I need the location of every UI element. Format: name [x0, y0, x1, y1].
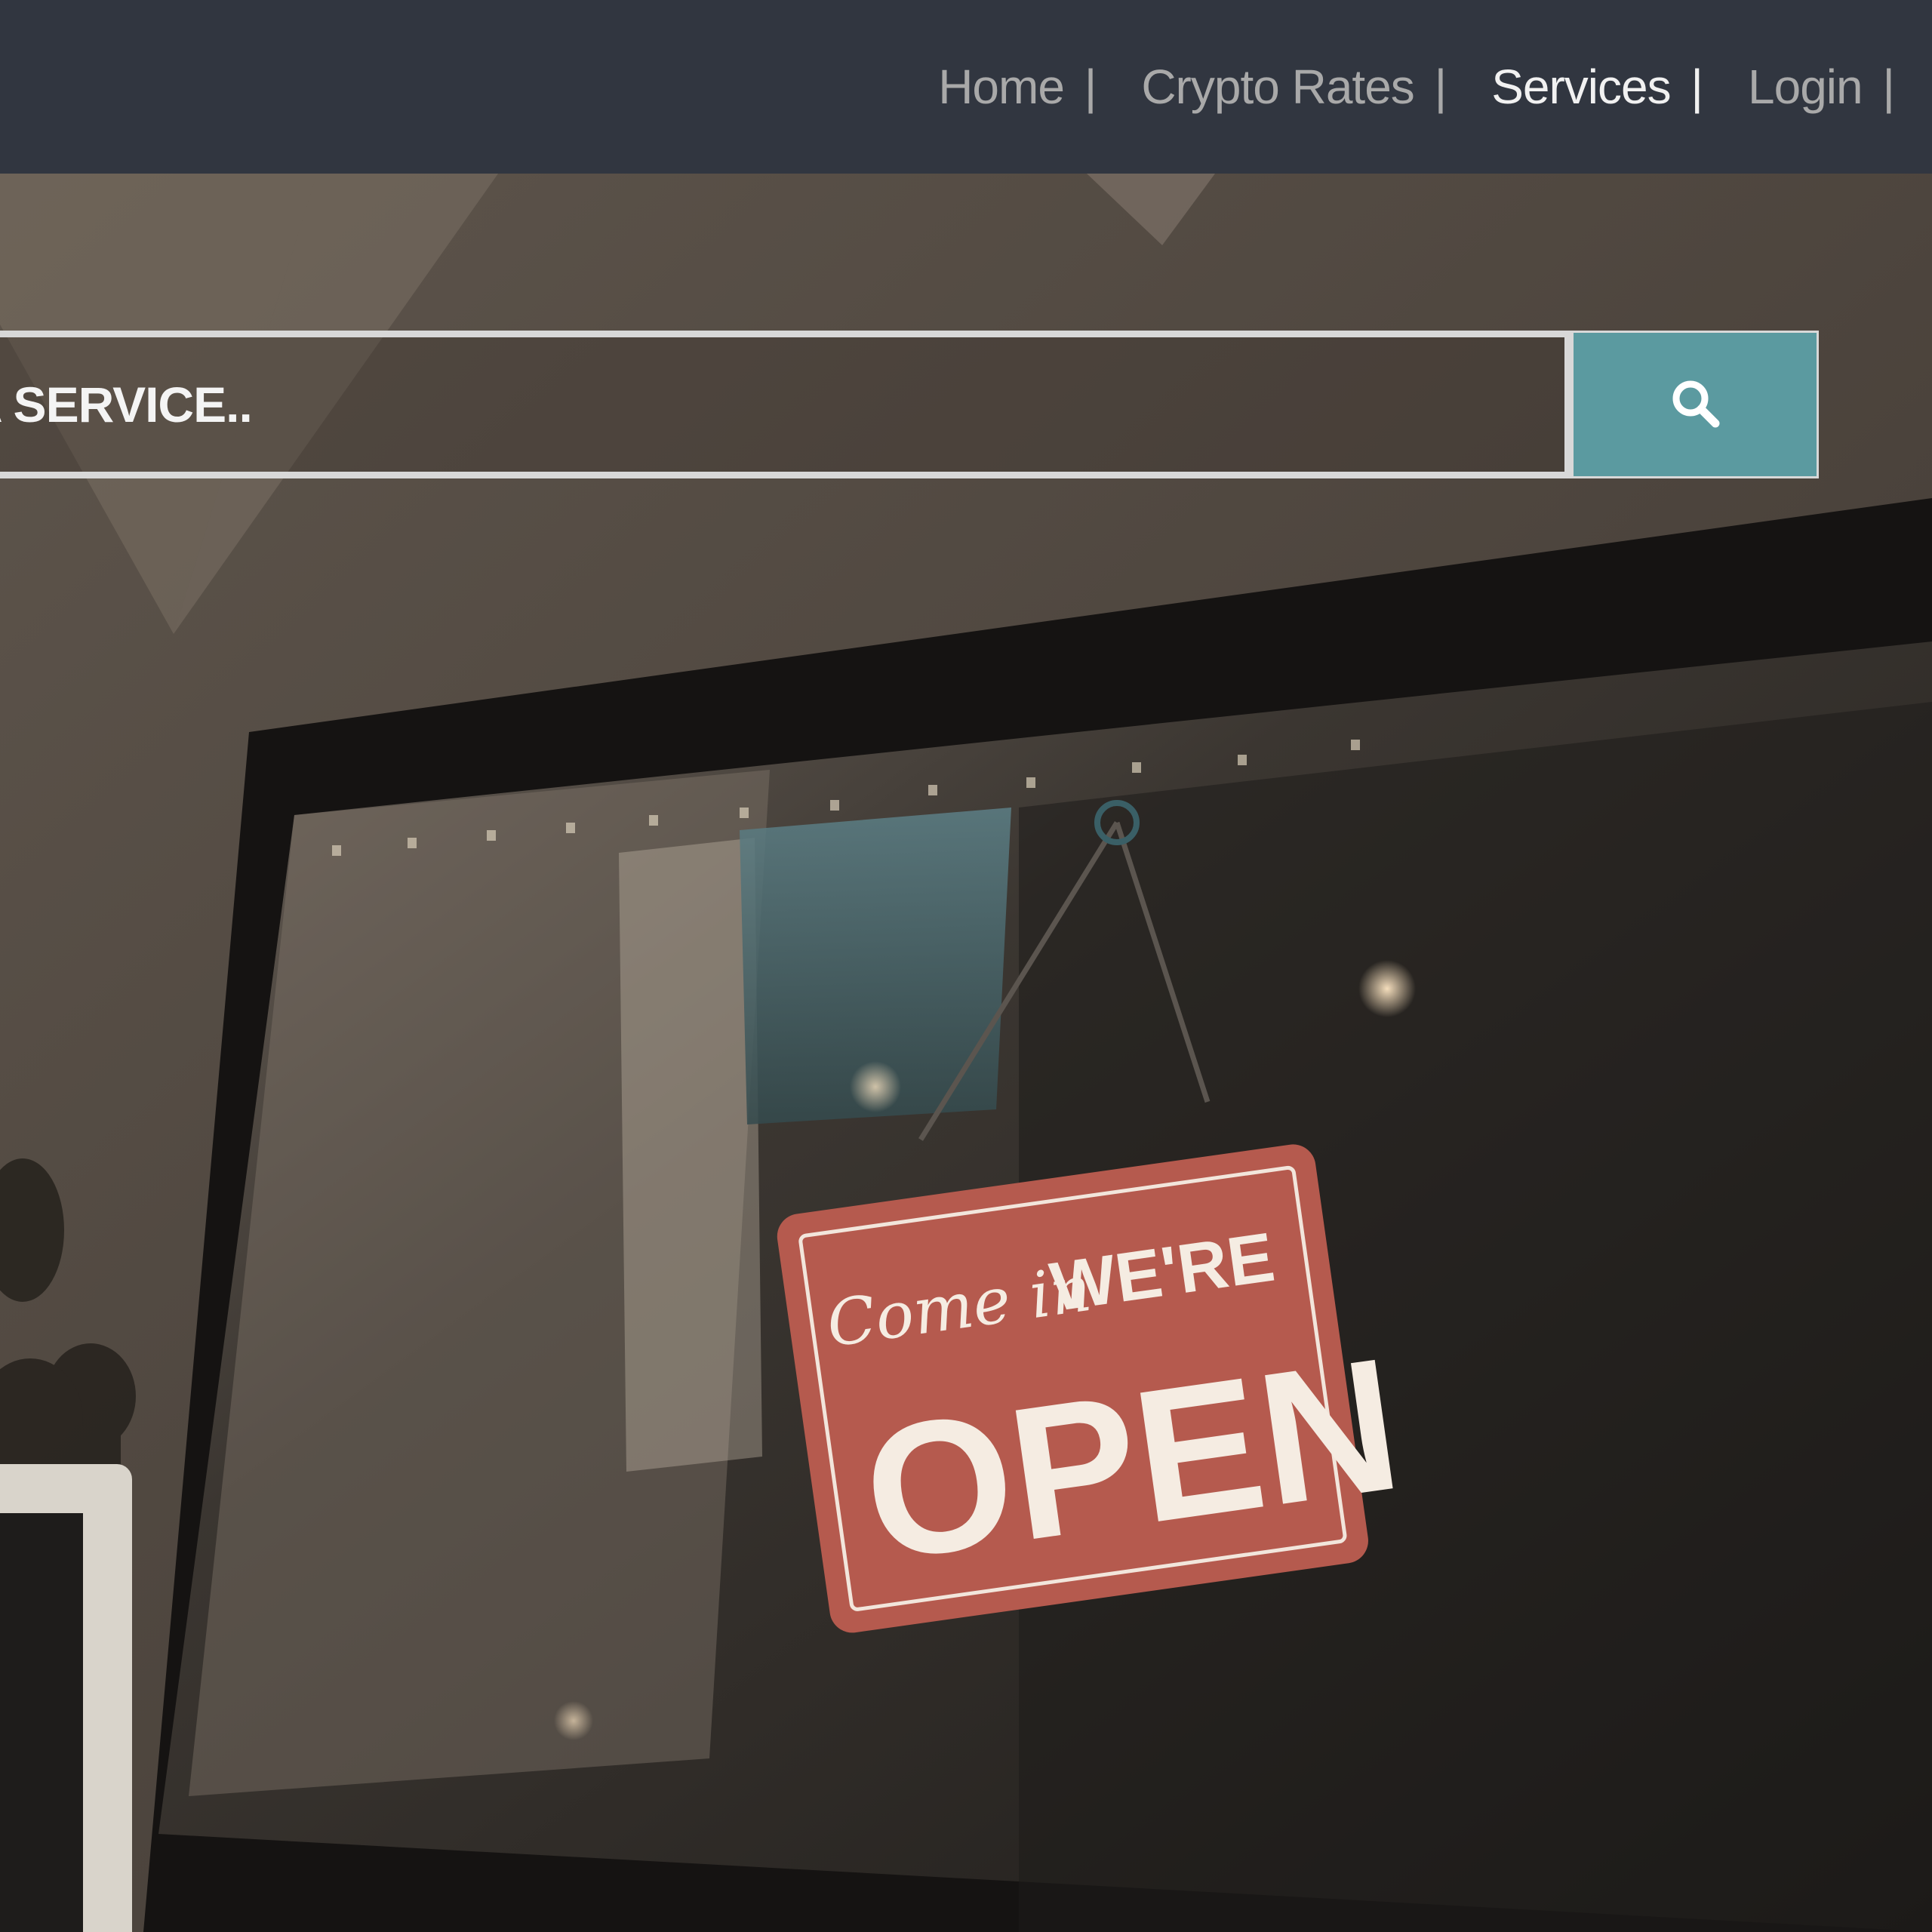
search-placeholder: A SERVICE..	[0, 377, 253, 432]
nav-item-label: Crypto Rates	[1141, 60, 1414, 114]
search-icon	[1670, 378, 1720, 432]
nav-separator: |	[1434, 60, 1447, 114]
nav-item-services[interactable]: Services |	[1491, 59, 1703, 115]
search-button[interactable]	[1571, 331, 1819, 478]
nav-item-crypto-rates[interactable]: Crypto Rates |	[1141, 59, 1447, 115]
nav-item-label: Home	[938, 60, 1065, 114]
nav-item-label: Login	[1748, 60, 1863, 114]
nav-separator: |	[1084, 60, 1097, 114]
search-input[interactable]: A SERVICE..	[0, 331, 1571, 478]
nav-separator: |	[1690, 60, 1703, 114]
main-nav: Home | Crypto Rates | Services | Login |	[938, 0, 1895, 174]
service-search-bar: A SERVICE..	[0, 331, 1819, 478]
top-navigation-bar: Home | Crypto Rates | Services | Login |	[0, 0, 1932, 174]
page: Home | Crypto Rates | Services | Login |	[0, 0, 1932, 1932]
nav-item-label: Services	[1491, 60, 1671, 114]
nav-item-login[interactable]: Login |	[1748, 59, 1895, 115]
nav-item-home[interactable]: Home |	[938, 59, 1097, 115]
nav-separator: |	[1882, 60, 1895, 114]
